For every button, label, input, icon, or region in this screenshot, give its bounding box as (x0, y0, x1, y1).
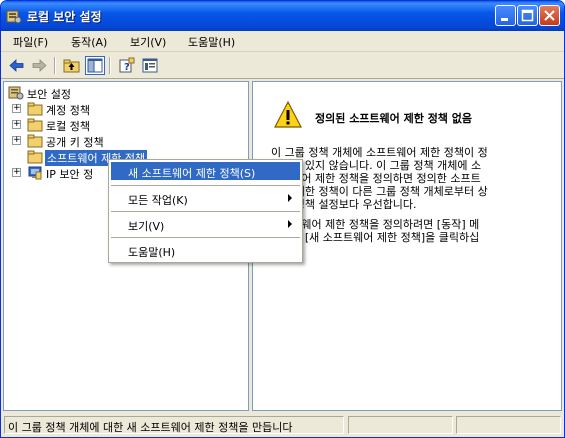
title-bar[interactable]: 로컬 보안 설정 (1, 1, 564, 31)
tree-item-label: 보안 설정 (27, 88, 71, 101)
ctx-view[interactable]: 보기(V) (111, 215, 300, 233)
submenu-arrow-icon (288, 194, 292, 202)
menu-help[interactable]: 도움말(H) (188, 34, 235, 50)
details-line: 이 그룹 정책 개체에 소프트웨어 제한 정책이 정 (271, 146, 488, 159)
submenu-arrow-icon (288, 220, 292, 228)
forward-arrow-icon[interactable] (29, 56, 49, 75)
details-paragraph-1: 이 그룹 정책 개체에 소프트웨어 제한 정책이 정 의되어 있지 않습니다. … (271, 146, 553, 211)
ctx-help[interactable]: 도움말(H) (111, 241, 300, 259)
ctx-item-label: 모든 작업(K) (128, 194, 188, 207)
menu-view[interactable]: 보기(V) (130, 34, 166, 50)
back-arrow-icon[interactable] (7, 56, 27, 75)
app-window: 로컬 보안 설정 파일(F) 동작(A) 보기(V) 도움말(H) ? 보안 설… (0, 0, 565, 438)
tree-item-label: 로컬 정책 (46, 120, 90, 133)
context-menu: 새 소프트웨어 제한 정책(S) 모든 작업(K) 보기(V) 도움말(H) (108, 159, 303, 263)
menu-file[interactable]: 파일(F) (13, 34, 48, 50)
svg-text:?: ? (124, 62, 130, 73)
security-settings-icon (8, 85, 24, 100)
minimize-button[interactable] (495, 5, 516, 26)
menu-action[interactable]: 동작(A) (71, 34, 107, 50)
close-button[interactable] (539, 5, 560, 26)
expand-plus-icon[interactable]: + (12, 104, 21, 113)
ctx-new-software-restriction-policy[interactable]: 새 소프트웨어 제한 정책(S) (111, 162, 300, 180)
expand-plus-icon[interactable]: + (12, 136, 21, 145)
details-paragraph-2: 소프트웨어 제한 정책을 정의하려면 [동작] 메 뉴에서 [새 소프트웨어 제… (271, 218, 553, 257)
tree-item-label: IP 보안 정 (46, 168, 94, 181)
warning-icon (273, 100, 303, 130)
toolbar: ? (1, 53, 564, 79)
close-icon (544, 10, 555, 21)
status-pane (348, 416, 453, 434)
ctx-item-label: 새 소프트웨어 제한 정책(S) (128, 167, 256, 180)
maximize-icon (521, 9, 534, 22)
folder-icon (27, 117, 43, 132)
folder-icon (27, 101, 43, 116)
details-line: 시오. (271, 244, 553, 257)
ctx-all-tasks[interactable]: 모든 작업(K) (111, 189, 300, 207)
up-folder-icon[interactable] (62, 56, 82, 75)
details-line: 프트웨어 제한 정책을 정의하면 정의한 소프트 (271, 172, 481, 185)
show-hide-tree-icon[interactable] (85, 56, 105, 75)
details-line: 속된 정책 설정보다 우선합니다. (271, 198, 417, 211)
local-security-policy-icon (6, 8, 22, 24)
ctx-item-label: 보기(V) (128, 220, 165, 233)
details-line: 뉴에서 [새 소프트웨어 제한 정책]을 클릭하십 (271, 231, 480, 244)
menu-separator (111, 237, 300, 238)
help-icon[interactable]: ? (117, 56, 137, 75)
tree-item-label: 계정 정책 (46, 104, 90, 117)
status-text: 이 그룹 정책 개체에 대한 새 소프트웨어 제한 정책을 만듭니다 (4, 416, 344, 434)
menu-separator (111, 211, 300, 212)
status-pane (456, 416, 561, 434)
details-line: 의되어 있지 않습니다. 이 그룹 정책 개체에 소 (271, 159, 482, 172)
menu-separator (111, 185, 300, 186)
folder-icon (27, 133, 43, 148)
details-line: 소프트웨어 제한 정책을 정의하려면 [동작] 메 (271, 218, 480, 231)
ip-security-icon (27, 165, 43, 180)
expand-plus-icon[interactable]: + (12, 120, 21, 129)
window-title: 로컬 보안 설정 (27, 10, 102, 24)
details-title: 정의된 소프트웨어 제한 정책 없음 (315, 112, 472, 125)
toolbar-separator (54, 57, 56, 74)
properties-icon[interactable] (140, 56, 160, 75)
status-bar: 이 그룹 정책 개체에 대한 새 소프트웨어 제한 정책을 만듭니다 (1, 414, 564, 437)
minimize-icon (501, 18, 508, 21)
folder-icon (27, 149, 43, 164)
maximize-button[interactable] (517, 5, 538, 26)
details-line: 웨어 제한 정책이 다른 그룹 정책 개체로부터 상 (271, 185, 488, 198)
menu-bar: 파일(F) 동작(A) 보기(V) 도움말(H) (1, 31, 564, 52)
ctx-item-label: 도움말(H) (128, 246, 176, 259)
expand-plus-icon[interactable]: + (12, 168, 21, 177)
toolbar-separator (109, 57, 111, 74)
tree-item-label: 공개 키 정책 (46, 136, 104, 149)
